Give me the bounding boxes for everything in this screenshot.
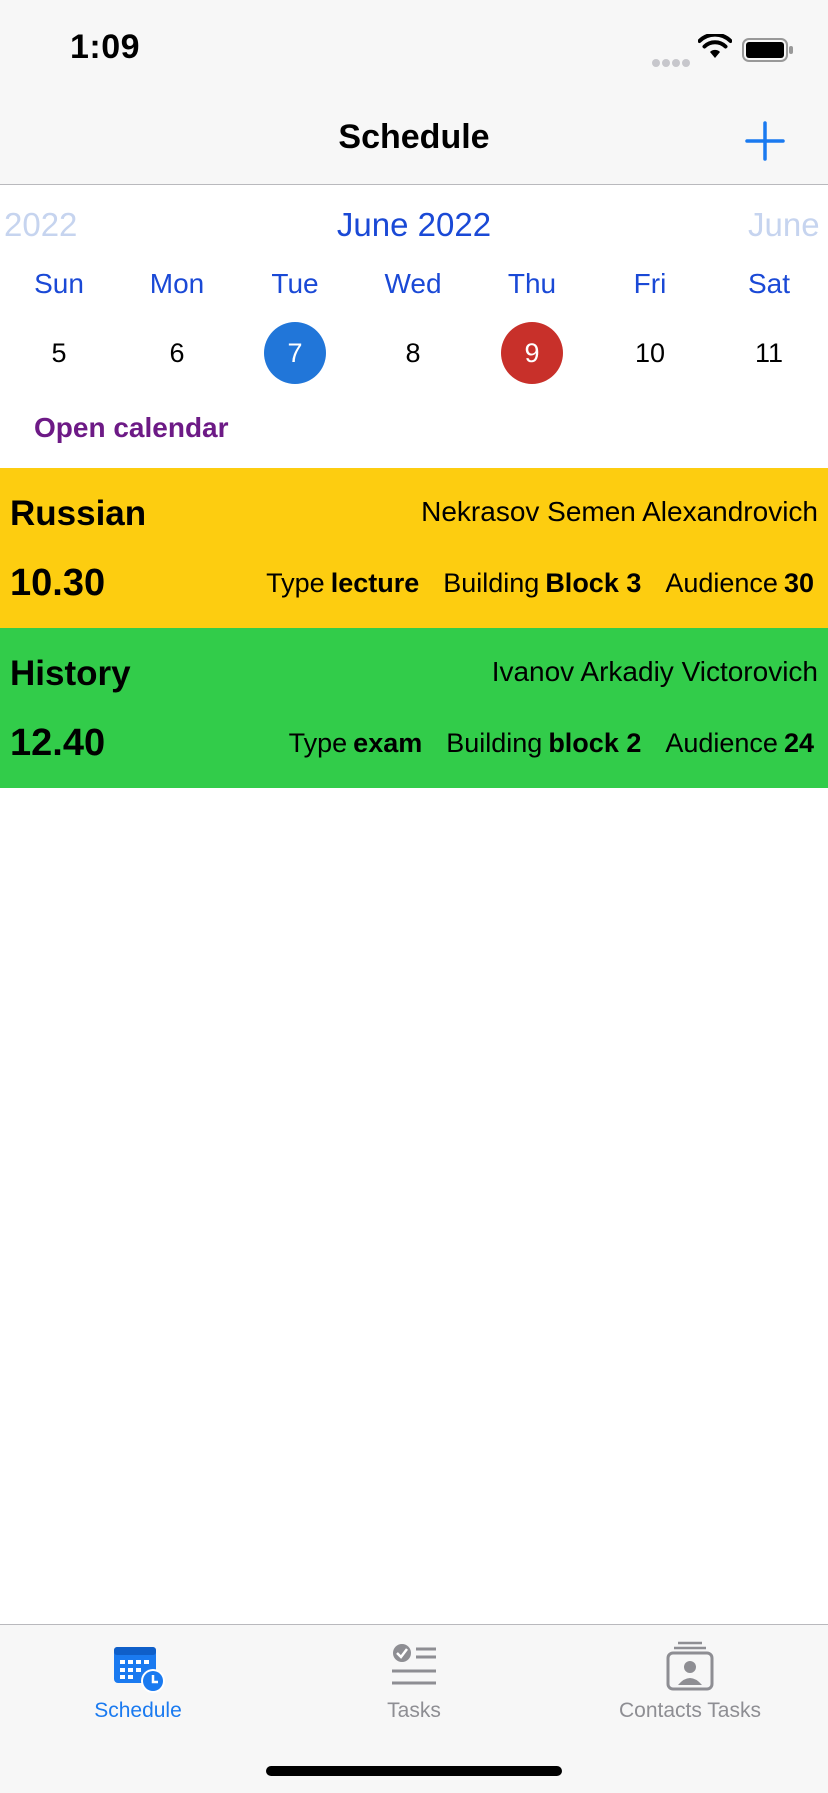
date-number: 5 bbox=[51, 338, 67, 368]
date-cell[interactable]: 8 bbox=[354, 322, 472, 388]
status-time: 1:09 bbox=[70, 28, 141, 66]
date-number: 6 bbox=[169, 338, 185, 368]
audience-label: Audience bbox=[665, 728, 778, 758]
add-button[interactable] bbox=[742, 118, 788, 164]
lesson-teacher: Nekrasov Semen Alexandrovich bbox=[421, 496, 818, 527]
type-label: Type bbox=[266, 568, 325, 598]
date-number: 9 bbox=[501, 322, 563, 384]
checklist-icon bbox=[392, 1644, 436, 1685]
wifi-icon bbox=[698, 34, 732, 58]
lesson-time: 10.30 bbox=[10, 562, 106, 604]
tab-schedule[interactable]: Schedule bbox=[0, 1639, 276, 1739]
type-value: lecture bbox=[330, 568, 420, 598]
weekday-label: Thu bbox=[507, 268, 557, 299]
month-strip[interactable]: 2022 June 2022 June bbox=[0, 200, 828, 256]
lesson-subject: History bbox=[10, 654, 131, 693]
weekday-label: Fri bbox=[633, 268, 667, 299]
month-next-label[interactable]: June bbox=[748, 206, 820, 244]
tab-contacts-tasks[interactable]: Contacts Tasks bbox=[552, 1639, 828, 1739]
building-label: Building bbox=[443, 568, 540, 598]
weekday-header: Sun Mon Tue Wed Thu Fri Sat bbox=[0, 268, 828, 312]
tab-label: Schedule bbox=[94, 1699, 182, 1722]
cellular-signal-icon bbox=[652, 54, 692, 72]
battery-icon bbox=[742, 38, 793, 62]
weekday-label: Wed bbox=[384, 268, 442, 299]
tab-tasks[interactable]: Tasks bbox=[276, 1639, 552, 1739]
lesson-card[interactable]: History Ivanov Arkadiy Victorovich 12.40… bbox=[0, 628, 828, 788]
type-value: exam bbox=[353, 728, 423, 758]
date-cell[interactable]: 11 bbox=[710, 322, 828, 388]
building-value: Block 3 bbox=[545, 568, 642, 598]
weekday-label: Sat bbox=[747, 268, 791, 299]
contact-card-icon bbox=[666, 1641, 714, 1691]
building-value: block 2 bbox=[548, 728, 642, 758]
audience-value: 30 bbox=[783, 568, 814, 598]
navigation-bar: Schedule bbox=[0, 100, 828, 185]
tab-label: Tasks bbox=[387, 1699, 441, 1722]
home-indicator bbox=[266, 1766, 562, 1776]
tab-label: Contacts Tasks bbox=[618, 1699, 761, 1722]
weekday-label: Sun bbox=[34, 268, 84, 299]
audience-label: Audience bbox=[665, 568, 778, 598]
status-bar: 1:09 bbox=[0, 0, 828, 100]
week-dates: 5 6 7 8 9 10 11 bbox=[0, 322, 828, 388]
page-title: Schedule bbox=[338, 118, 490, 156]
calendar-clock-icon bbox=[114, 1647, 165, 1693]
date-cell[interactable]: 6 bbox=[118, 322, 236, 388]
lesson-details: Type lecture Building Block 3 Audience 30 bbox=[242, 568, 814, 599]
date-number: 7 bbox=[264, 322, 326, 384]
date-cell[interactable]: 5 bbox=[0, 322, 118, 388]
date-number: 10 bbox=[634, 338, 666, 368]
lesson-subject: Russian bbox=[10, 494, 147, 533]
lesson-details: Type exam Building block 2 Audience 24 bbox=[265, 728, 814, 759]
weekday-label: Mon bbox=[149, 268, 205, 299]
plus-icon bbox=[745, 121, 785, 161]
date-cell[interactable]: 10 bbox=[591, 322, 709, 388]
lesson-card[interactable]: Russian Nekrasov Semen Alexandrovich 10.… bbox=[0, 468, 828, 628]
open-calendar-link[interactable]: Open calendar bbox=[34, 412, 229, 444]
lesson-time: 12.40 bbox=[10, 722, 106, 764]
date-cell-selected[interactable]: 7 bbox=[236, 322, 354, 388]
building-label: Building bbox=[446, 728, 543, 758]
weekday-label: Tue bbox=[271, 268, 319, 299]
audience-value: 24 bbox=[783, 728, 814, 758]
date-cell-today[interactable]: 9 bbox=[473, 322, 591, 388]
date-number: 11 bbox=[754, 338, 784, 368]
type-label: Type bbox=[288, 728, 348, 758]
lesson-teacher: Ivanov Arkadiy Victorovich bbox=[491, 656, 818, 687]
month-current-label: June 2022 bbox=[336, 206, 492, 243]
date-number: 8 bbox=[405, 338, 421, 368]
